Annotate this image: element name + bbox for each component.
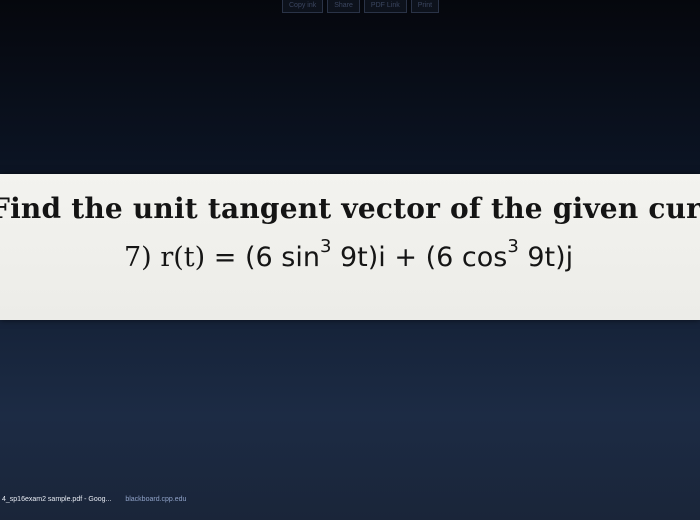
- problem-panel: Find the unit tangent vector of the give…: [0, 174, 700, 320]
- equals-sign: =: [213, 242, 237, 273]
- term-cos-open: (6 cos: [425, 242, 508, 273]
- toolbar-button-print[interactable]: Print: [410, 0, 440, 13]
- problem-equation: 7) r(t) = (6 sin3 9t)i + (6 cos3 9t)j: [124, 236, 574, 273]
- term-sin-power: 3: [319, 236, 332, 257]
- problem-number: 7): [124, 242, 152, 273]
- browser-tab-bar: 4_sp16exam2 sample.pdf - Goog... blackbo…: [0, 492, 700, 506]
- vector-function: r(t): [160, 242, 206, 273]
- toolbar-button-pdf-link[interactable]: PDF Link: [363, 0, 407, 13]
- monitor-screen: Copy ink Share PDF Link Print Find the u…: [0, 0, 700, 520]
- browser-tab-blackboard[interactable]: blackboard.cpp.edu: [125, 496, 186, 503]
- viewer-toolbar: Copy ink Share PDF Link Print: [282, 0, 440, 14]
- term-cos-close: 9t)j: [518, 242, 574, 273]
- plus-sign: +: [394, 242, 417, 273]
- toolbar-button-share[interactable]: Share: [327, 0, 360, 13]
- term-cos-power: 3: [507, 236, 519, 257]
- term-sin-close: 9t)i: [331, 242, 386, 273]
- problem-heading: Find the unit tangent vector of the give…: [0, 192, 700, 225]
- term-sin-open: (6 sin: [244, 242, 320, 273]
- browser-tab-pdf[interactable]: 4_sp16exam2 sample.pdf - Goog...: [0, 496, 111, 503]
- toolbar-button-copy-ink[interactable]: Copy ink: [282, 0, 324, 13]
